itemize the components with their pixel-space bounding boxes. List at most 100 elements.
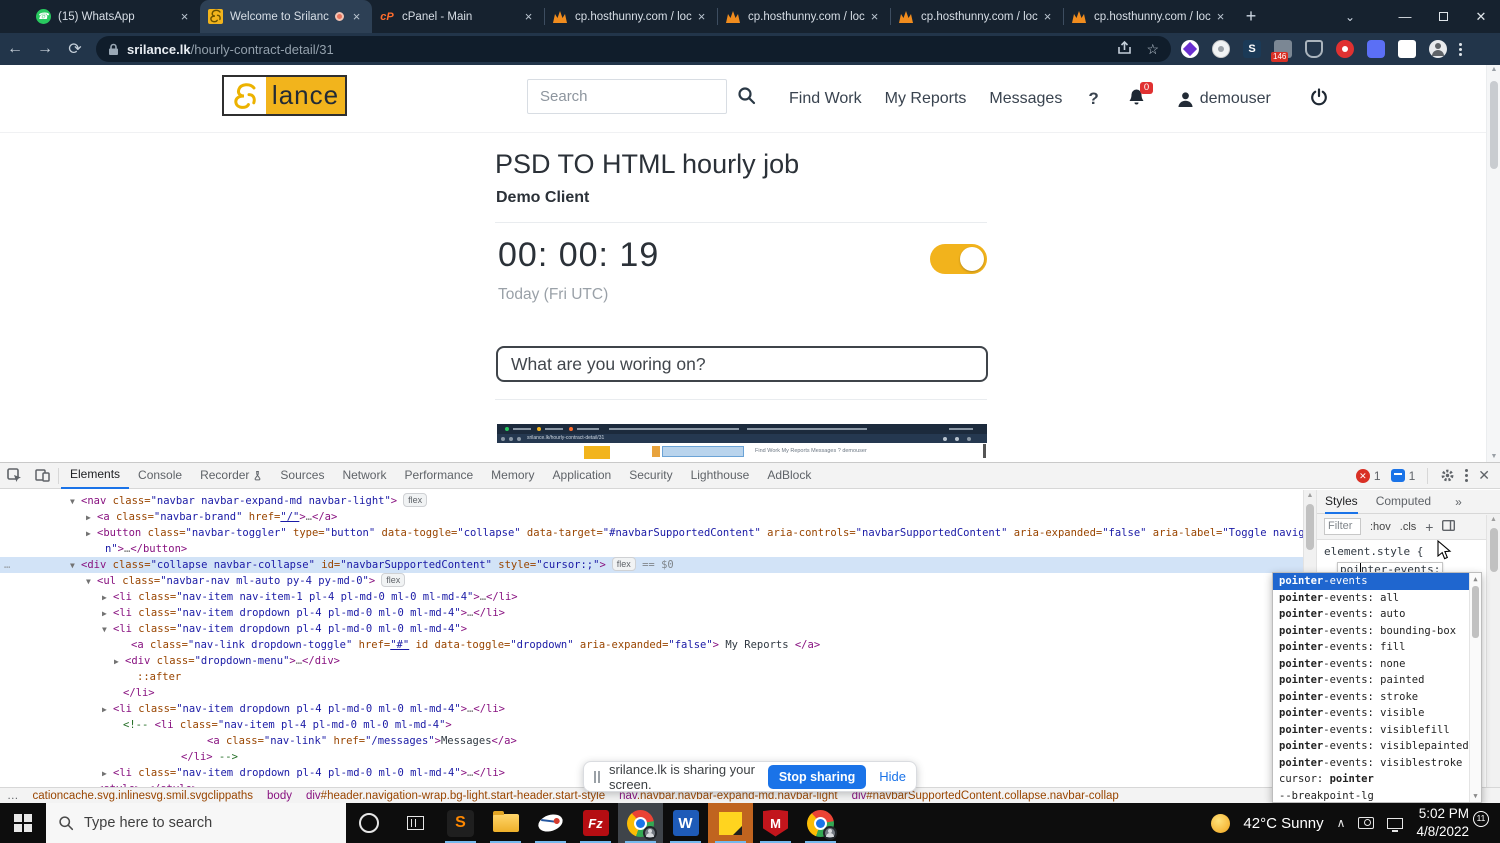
autocomplete-item[interactable]: pointer-events: none [1273,656,1481,673]
devtools-tab-adblock[interactable]: AdBlock [758,463,820,489]
user-menu[interactable]: demouser [1176,90,1271,109]
autocomplete-item[interactable]: pointer-events: bounding-box [1273,623,1481,640]
dom-tree-line[interactable]: </li> [0,685,1303,701]
expand-arrow-icon[interactable]: ▶ [102,766,113,781]
browser-tab[interactable]: cp.hosthunny.com / loc × [891,0,1063,33]
autocomplete-item[interactable]: pointer-events: painted [1273,672,1481,689]
breadcrumb-item[interactable]: cationcache.svg.inlinesvg.smil.svgclippa… [33,790,254,802]
nav-link-find-work[interactable]: Find Work [789,90,862,108]
dom-tree-line[interactable]: ▼ <nav class="navbar navbar-expand-md nav… [0,493,1303,509]
stop-sharing-button[interactable]: Stop sharing [767,764,867,789]
devtools-tab-console[interactable]: Console [129,463,191,489]
mcafee-icon[interactable]: M [753,803,798,843]
weather-text[interactable]: 42°C Sunny [1243,815,1323,832]
hide-link[interactable]: Hide [879,769,906,784]
tab-close-icon[interactable]: × [866,9,883,24]
dom-tree-line[interactable]: ▼ <li class="nav-item dropdown pl-4 pl-md… [0,621,1303,637]
extension-icon[interactable] [1181,40,1199,58]
browser-tab[interactable]: ☎ (15) WhatsApp × [28,0,200,33]
file-explorer-icon[interactable] [483,803,528,843]
more-tabs-icon[interactable]: » [1455,495,1462,509]
autocomplete-item[interactable]: --breakpoint-lg [1273,788,1481,803]
tray-expand-chevron[interactable]: ∧ [1337,816,1346,830]
dom-tree-line[interactable]: ▼ <ul class="navbar-nav ml-auto py-4 py-m… [0,573,1303,589]
devtools-close-icon[interactable]: ✕ [1478,467,1490,484]
filezilla-icon[interactable]: Fz [573,803,618,843]
flex-badge[interactable]: flex [611,557,636,571]
toggle-element-state-button[interactable]: :hov [1370,521,1391,533]
extension-icon[interactable]: S [1243,40,1261,58]
autocomplete-item[interactable]: pointer-events: fill [1273,639,1481,656]
new-style-rule-button[interactable]: + [1425,519,1433,535]
dom-tree-line[interactable]: ▶ <a class="navbar-brand" href="/">…</a> [0,509,1303,525]
expand-arrow-icon[interactable]: ▶ [102,702,113,717]
page-scrollbar[interactable]: ▲ ▼ [1486,65,1500,462]
search-input[interactable]: Search [527,79,727,114]
dom-tree-line[interactable]: ▶ <li class="nav-item dropdown pl-4 pl-md… [0,605,1303,621]
expand-arrow-icon[interactable]: ▼ [70,558,81,573]
autocomplete-item[interactable]: pointer-events: visiblepainted [1273,738,1481,755]
adblock-extension-icon[interactable]: 146 [1271,40,1292,62]
dom-tree-line[interactable]: <!-- <li class="nav-item pl-4 pl-md-0 ml… [0,717,1303,733]
weather-sun-icon[interactable] [1211,813,1231,833]
devtools-tab-memory[interactable]: Memory [482,463,543,489]
extension-icon[interactable] [1336,40,1354,58]
flex-badge[interactable]: flex [403,493,428,507]
console-error-badge[interactable]: ✕ 1 [1355,468,1381,483]
browser-tab[interactable]: cp.hosthunny.com / loc × [1064,0,1236,33]
extensions-puzzle-icon[interactable] [1367,40,1385,58]
expand-arrow-icon[interactable]: ▶ [86,510,97,525]
browser-tab[interactable]: cP cPanel - Main × [372,0,544,33]
devtools-tab-security[interactable]: Security [620,463,681,489]
devtools-tab-performance[interactable]: Performance [395,463,482,489]
expand-arrow-icon[interactable]: ▶ [102,590,113,605]
autocomplete-item[interactable]: pointer-events: visible [1273,705,1481,722]
dom-tree-line[interactable]: ▶ <div class="dropdown-menu">…</div> [0,653,1303,669]
styles-scrollbar[interactable]: ▲ [1486,515,1500,787]
expand-arrow-icon[interactable]: ▼ [86,574,97,589]
dom-tree-line[interactable]: ▶ <button class="navbar-toggler" type="bu… [0,525,1303,541]
computed-panel-icon[interactable] [1442,519,1456,534]
chrome-icon[interactable] [618,803,663,843]
dom-tree-line[interactable]: n">…</button> [0,541,1303,557]
expand-arrow-icon[interactable]: ▼ [102,622,113,637]
expand-arrow-icon[interactable]: ▶ [114,654,125,669]
back-button[interactable]: ← [0,40,30,58]
element-classes-button[interactable]: .cls [1400,521,1417,533]
screen-cast-tray-icon[interactable] [1358,817,1375,829]
browser-menu-icon[interactable] [1459,42,1462,56]
sticky-notes-icon[interactable] [708,803,753,843]
nav-link-messages[interactable]: Messages [989,90,1062,108]
autocomplete-item[interactable]: pointer-events: all [1273,590,1481,607]
taskbar-search[interactable]: Type here to search [46,803,346,843]
task-view-icon[interactable] [392,803,438,843]
autocomplete-item[interactable]: pointer-events [1273,573,1481,590]
snipping-tool-icon[interactable] [528,803,573,843]
autocomplete-item[interactable]: pointer-events: auto [1273,606,1481,623]
cortana-icon[interactable] [346,803,392,843]
issues-badge[interactable]: 1 [1390,469,1415,483]
forward-button[interactable]: → [30,40,60,58]
start-button[interactable] [0,803,46,843]
breadcrumb-item[interactable]: div#header.navigation-wrap.bg-light.star… [306,790,605,802]
dom-tree-line[interactable]: ::after [0,669,1303,685]
tab-close-icon[interactable]: × [1039,9,1056,24]
tab-close-icon[interactable]: × [348,9,365,24]
expand-arrow-icon[interactable]: ▶ [102,606,113,621]
browser-tab[interactable]: cp.hosthunny.com / loc × [545,0,717,33]
sublime-text-icon[interactable]: S [438,803,483,843]
close-button[interactable]: ✕ [1462,0,1500,33]
maximize-button[interactable] [1424,0,1462,33]
expand-arrow-icon[interactable]: ▼ [70,494,81,509]
shield-extension-icon[interactable] [1305,40,1323,58]
devtools-tab-sources[interactable]: Sources [271,463,333,489]
search-icon[interactable] [737,86,756,110]
autocomplete-scrollbar[interactable]: ▲ ▼ [1469,573,1481,802]
network-tray-icon[interactable] [1387,817,1404,832]
word-icon[interactable]: W [663,803,708,843]
logout-power-icon[interactable] [1310,87,1328,111]
bookmark-star-icon[interactable]: ☆ [1146,41,1159,58]
chrome-icon[interactable] [798,803,843,843]
devtools-tab-elements[interactable]: Elements [61,463,130,489]
reload-button[interactable]: ⟳ [60,39,90,59]
